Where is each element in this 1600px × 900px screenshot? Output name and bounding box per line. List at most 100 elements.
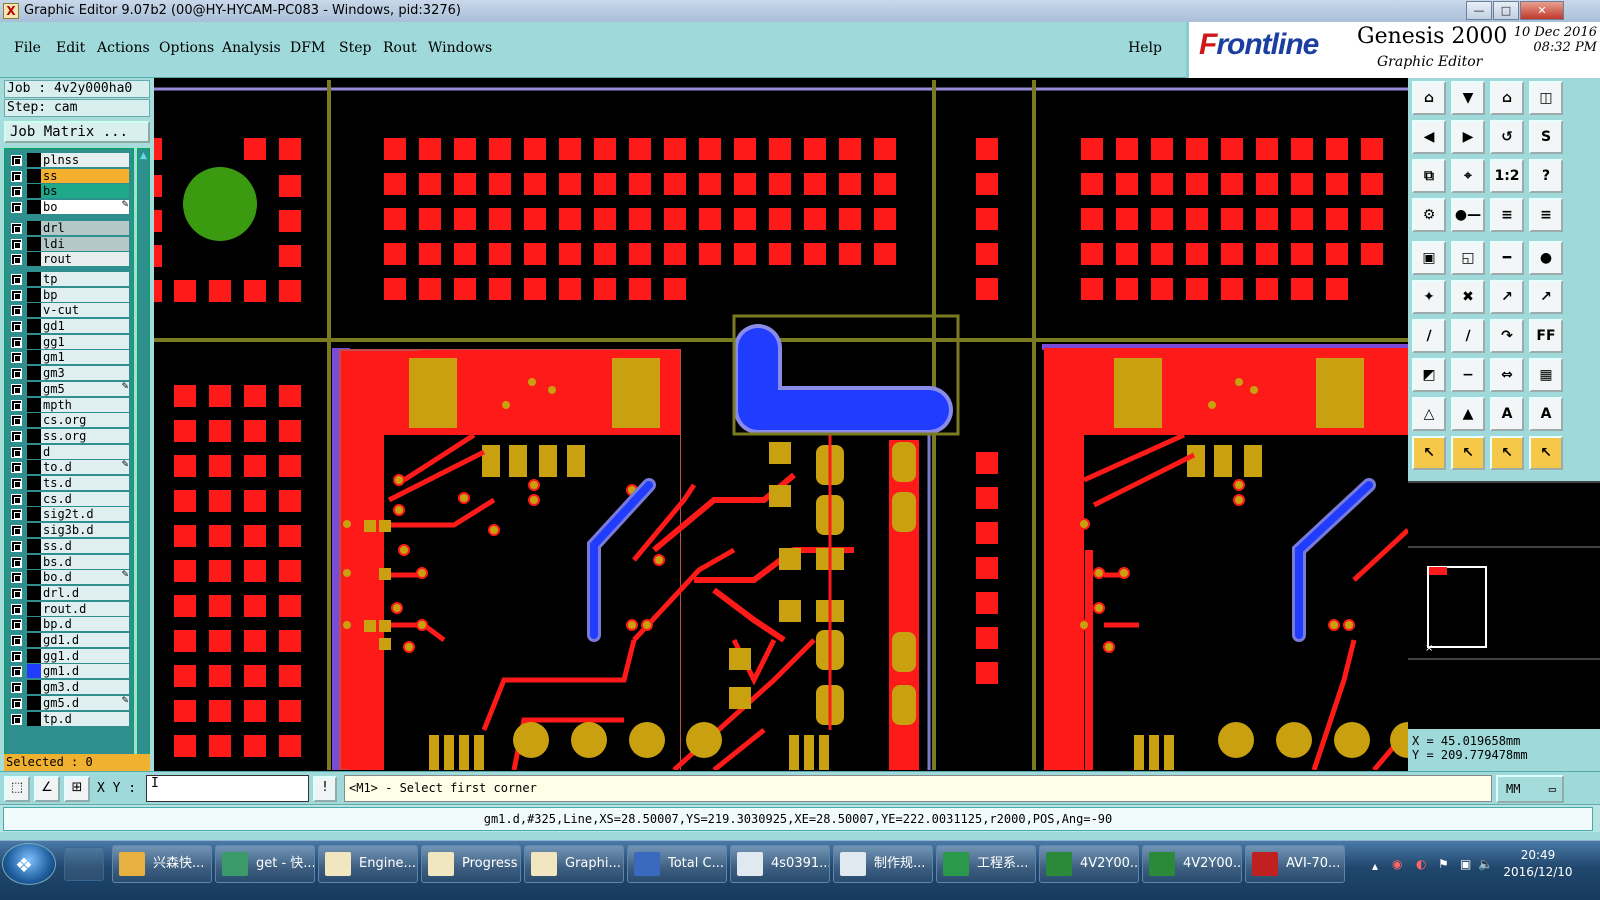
menu-windows[interactable]: Windows bbox=[428, 40, 492, 56]
menu-options[interactable]: Options bbox=[159, 40, 214, 56]
menu-help[interactable]: Help bbox=[1128, 40, 1162, 56]
layer-row[interactable]: tp bbox=[5, 271, 131, 286]
layer-checkbox[interactable] bbox=[11, 540, 22, 552]
pad-icon[interactable]: ▣ bbox=[1412, 241, 1446, 275]
layer-checkbox[interactable] bbox=[11, 336, 22, 348]
layer-color-swatch[interactable] bbox=[27, 680, 41, 695]
layer-checkbox[interactable] bbox=[11, 666, 22, 678]
layer-row[interactable]: ts.d bbox=[5, 476, 131, 490]
layer-color-swatch[interactable] bbox=[27, 507, 41, 522]
layer-checkbox[interactable] bbox=[11, 254, 22, 266]
layer-name[interactable]: bo.d bbox=[41, 570, 129, 585]
layer-color-swatch[interactable] bbox=[27, 184, 41, 199]
layer-checkbox[interactable] bbox=[11, 572, 22, 584]
taskbar-item[interactable]: Graphi... bbox=[524, 845, 624, 883]
cross-icon[interactable]: ✖ bbox=[1451, 280, 1485, 314]
overview-window[interactable]: × bbox=[1408, 481, 1600, 729]
maximize-button[interactable]: □ bbox=[1493, 1, 1519, 20]
layer-name[interactable]: gd1.d bbox=[41, 633, 129, 647]
menu-dfm[interactable]: DFM bbox=[290, 40, 325, 56]
layer-color-swatch[interactable] bbox=[27, 252, 41, 267]
layer-row[interactable]: mpth bbox=[5, 397, 131, 412]
outline-icon[interactable]: ◱ bbox=[1451, 241, 1485, 275]
layer-row[interactable]: rout bbox=[5, 252, 131, 267]
layer-row[interactable]: drl.d bbox=[5, 585, 131, 600]
layer-checkbox[interactable] bbox=[11, 635, 22, 646]
taskbar-item[interactable]: 制作规... bbox=[833, 845, 933, 883]
layer-color-swatch[interactable] bbox=[27, 444, 41, 459]
taskbar-item[interactable]: Progress bbox=[421, 845, 521, 883]
rotate-icon[interactable]: ↺ bbox=[1490, 120, 1524, 154]
layer-checkbox[interactable] bbox=[11, 682, 22, 694]
layer-name[interactable]: ss.d bbox=[41, 538, 129, 553]
zoom-home-icon[interactable]: ⌂ bbox=[1412, 81, 1446, 115]
layer-color-swatch[interactable] bbox=[27, 271, 41, 286]
layer-checkbox[interactable] bbox=[11, 202, 22, 214]
layer-color-swatch[interactable] bbox=[27, 220, 41, 235]
layer-checkbox[interactable] bbox=[11, 155, 22, 166]
taskbar-item[interactable]: get - 快... bbox=[215, 845, 315, 883]
exclaim-button[interactable]: ! bbox=[313, 776, 337, 802]
layer-checkbox[interactable] bbox=[11, 446, 22, 458]
layer-row[interactable]: gm1 bbox=[5, 350, 131, 365]
help-icon[interactable]: ? bbox=[1529, 159, 1563, 193]
layer-checkbox[interactable] bbox=[11, 289, 22, 301]
tray-arrow-icon[interactable]: ▴ bbox=[1372, 859, 1378, 873]
layer-row[interactable]: gd1 bbox=[5, 319, 131, 333]
layer-color-swatch[interactable] bbox=[27, 523, 41, 538]
layer-name[interactable]: gd1 bbox=[41, 319, 129, 333]
layer-name[interactable]: ts.d bbox=[41, 476, 129, 490]
layer-row[interactable]: gm3 bbox=[5, 366, 131, 381]
taskbar-item[interactable]: Engine... bbox=[318, 845, 418, 883]
layer-name[interactable]: gm3 bbox=[41, 366, 129, 381]
pinned-app-icon[interactable] bbox=[64, 847, 104, 881]
layer-color-swatch[interactable] bbox=[27, 617, 41, 632]
pointer-multi-icon[interactable]: ↖ bbox=[1529, 436, 1563, 470]
overview-frame[interactable] bbox=[1427, 566, 1487, 648]
network-icon[interactable]: ▣ bbox=[1460, 857, 1471, 871]
layer-checkbox[interactable] bbox=[11, 603, 22, 615]
center-icon[interactable]: ⌖ bbox=[1451, 159, 1485, 193]
layer-name[interactable]: bp.d bbox=[41, 617, 129, 632]
connect-icon[interactable]: ✦ bbox=[1412, 280, 1446, 314]
layer-name[interactable]: tp.d bbox=[41, 711, 129, 726]
layer-checkbox[interactable] bbox=[11, 556, 22, 568]
triangle2-icon[interactable]: ▲ bbox=[1451, 397, 1485, 431]
layer-checkbox[interactable] bbox=[11, 619, 22, 631]
layer-checkbox[interactable] bbox=[11, 352, 22, 364]
layer-color-swatch[interactable] bbox=[27, 648, 41, 663]
layer-row[interactable]: bp bbox=[5, 287, 131, 302]
layer-color-swatch[interactable] bbox=[27, 695, 41, 710]
layer-color-swatch[interactable] bbox=[27, 350, 41, 365]
layer-color-swatch[interactable] bbox=[27, 664, 41, 679]
layer-name[interactable]: gm3.d bbox=[41, 680, 129, 695]
start-button[interactable]: ❖ bbox=[2, 843, 56, 885]
layer-row[interactable]: v-cut bbox=[5, 303, 131, 318]
layer-checkbox[interactable] bbox=[11, 462, 22, 474]
layer-scrollbar[interactable]: ▲ ▼ bbox=[137, 148, 150, 838]
layer-checkbox[interactable] bbox=[11, 368, 22, 380]
copy-pad-icon[interactable]: ◩ bbox=[1412, 358, 1446, 392]
layer-name[interactable]: tp bbox=[41, 271, 129, 286]
layer-checkbox[interactable] bbox=[11, 713, 22, 725]
job-matrix-button[interactable]: Job Matrix ... bbox=[4, 121, 150, 143]
layer-name[interactable]: bs bbox=[41, 184, 129, 199]
snap-icon[interactable]: ↗ bbox=[1490, 280, 1524, 314]
minus-icon[interactable]: − bbox=[1451, 358, 1485, 392]
layer-name[interactable]: gg1 bbox=[41, 334, 129, 349]
letter-a-icon[interactable]: A bbox=[1490, 397, 1524, 431]
tray-app2-icon[interactable]: ◐ bbox=[1416, 857, 1426, 871]
layer-color-swatch[interactable] bbox=[27, 633, 41, 647]
layer-row[interactable]: bo.d ✎ bbox=[5, 570, 131, 585]
grid-icon[interactable]: ⊞ bbox=[64, 776, 90, 802]
layer-color-swatch[interactable] bbox=[27, 366, 41, 381]
layer-checkbox[interactable] bbox=[11, 525, 22, 537]
line-measure-icon[interactable]: ●— bbox=[1451, 198, 1485, 232]
layer-row[interactable]: bs bbox=[5, 184, 131, 199]
scroll-up-icon[interactable]: ▲ bbox=[139, 151, 148, 161]
pan-left-icon[interactable]: ◀ bbox=[1412, 120, 1446, 154]
dot-icon[interactable]: ● bbox=[1529, 241, 1563, 275]
taskbar-item[interactable]: AVI-70... bbox=[1245, 845, 1345, 883]
tray-app-icon[interactable]: ◉ bbox=[1392, 857, 1402, 871]
layer-row[interactable]: cs.org bbox=[5, 413, 131, 428]
